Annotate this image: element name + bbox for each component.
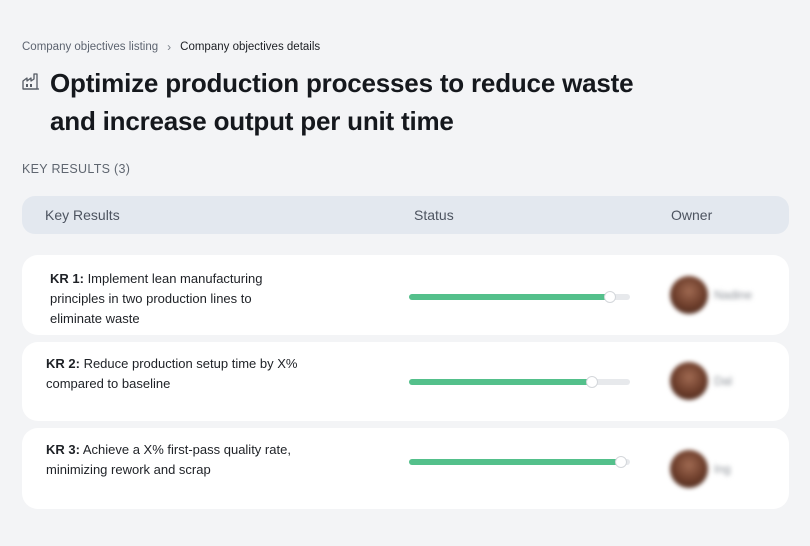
status-progress-bar [409, 291, 630, 303]
key-result-tag: KR 1: [50, 271, 84, 286]
breadcrumb-separator-icon: › [167, 40, 172, 54]
factory-icon [22, 64, 50, 140]
owner[interactable]: Ing [670, 450, 731, 488]
page-title-line-1: Optimize production processes to reduce … [50, 68, 634, 98]
key-result-line: minimizing rework and scrap [46, 462, 211, 477]
key-result-text: KR 3: Achieve a X% first-pass quality ra… [46, 440, 291, 480]
owner-name: Ing [714, 462, 731, 476]
objective-header: Optimize production processes to reduce … [22, 64, 712, 140]
table-header: Key Results Status Owner [22, 196, 789, 234]
column-header-key-results: Key Results [45, 207, 120, 223]
key-result-line: Implement lean manufacturing [83, 271, 263, 286]
key-result-row[interactable]: KR 1: Implement lean manufacturing princ… [22, 255, 789, 335]
column-header-status: Status [414, 207, 454, 223]
progress-knob [604, 291, 617, 303]
key-result-tag: KR 2: [46, 356, 80, 371]
key-result-line: Reduce production setup time by X% [79, 356, 298, 371]
key-result-text: KR 2: Reduce production setup time by X%… [46, 354, 297, 394]
key-result-row[interactable]: KR 3: Achieve a X% first-pass quality ra… [22, 428, 789, 509]
avatar [670, 450, 708, 488]
owner-name: Dal [714, 374, 733, 388]
owner-name: Nadine [714, 288, 753, 302]
progress-knob [615, 456, 628, 468]
progress-fill [409, 379, 593, 385]
key-result-line: eliminate waste [50, 311, 140, 326]
page-title-line-2: and increase output per unit time [50, 106, 454, 136]
progress-fill [409, 294, 611, 300]
owner[interactable]: Nadine [670, 276, 752, 314]
page-title: Optimize production processes to reduce … [50, 64, 634, 140]
column-header-owner: Owner [671, 207, 713, 223]
key-result-tag: KR 3: [46, 442, 80, 457]
progress-fill [409, 459, 622, 465]
status-progress-bar [409, 456, 630, 468]
key-results-count: KEY RESULTS (3) [22, 162, 131, 176]
owner[interactable]: Dal [670, 362, 732, 400]
key-result-line: compared to baseline [46, 376, 171, 391]
avatar [670, 276, 708, 314]
key-result-row[interactable]: KR 2: Reduce production setup time by X%… [22, 342, 789, 421]
breadcrumb-objectives-listing-link[interactable]: Company objectives listing [22, 41, 158, 53]
breadcrumb-current: Company objectives details [180, 41, 321, 53]
key-result-text: KR 1: Implement lean manufacturing princ… [50, 269, 262, 329]
key-result-line: Achieve a X% first-pass quality rate, [79, 442, 291, 457]
breadcrumb: Company objectives listing › Company obj… [22, 40, 320, 54]
progress-knob [586, 376, 599, 388]
avatar [670, 362, 708, 400]
key-result-line: principles in two production lines to [50, 291, 252, 306]
status-progress-bar [409, 376, 630, 388]
